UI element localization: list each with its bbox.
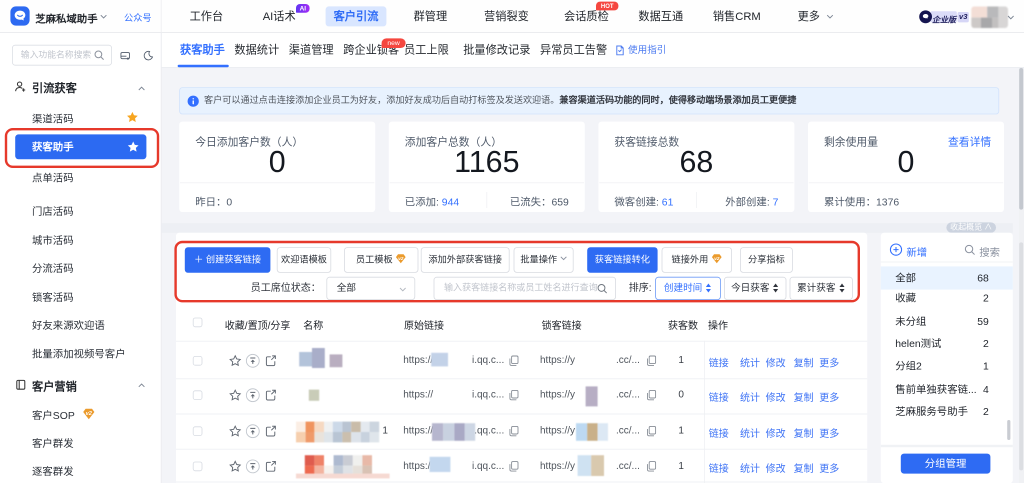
svg-text:v2: v2 [86, 411, 93, 417]
